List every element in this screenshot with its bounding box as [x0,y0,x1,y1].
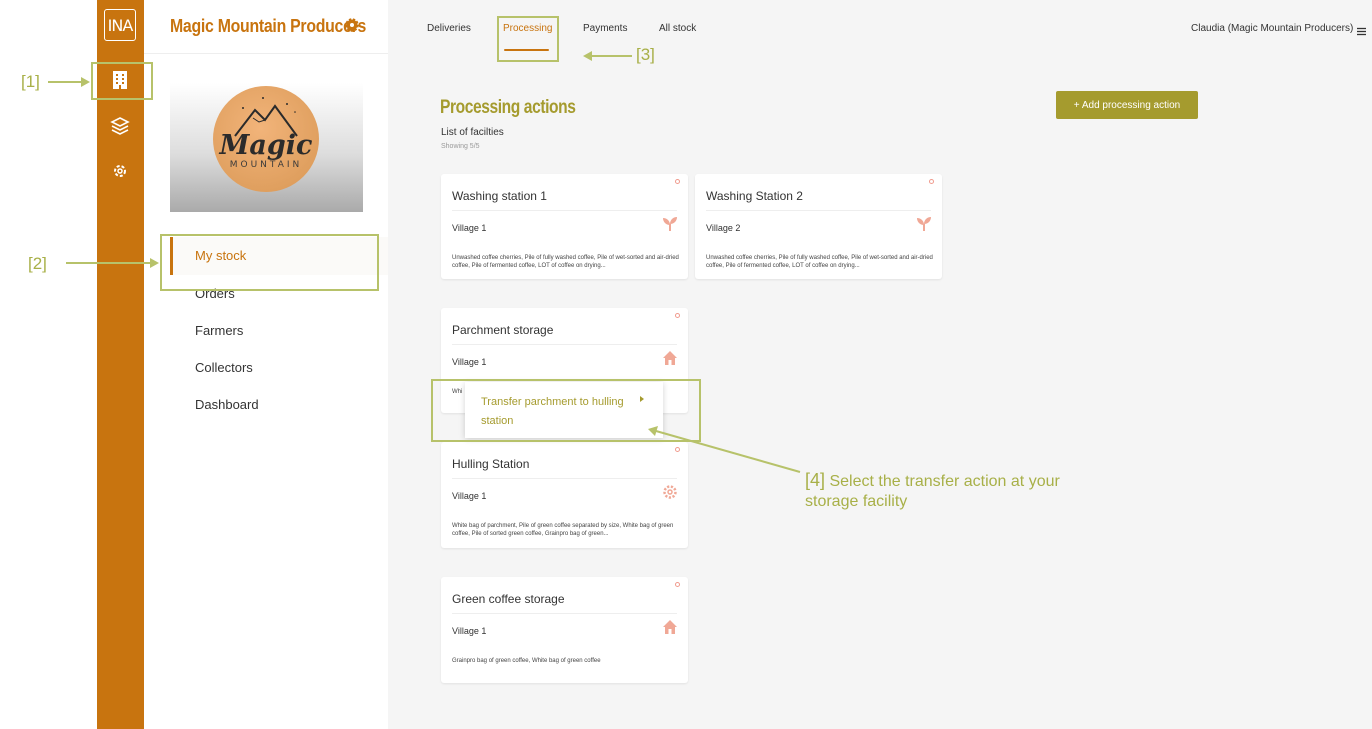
annotation-arrows [48,51,801,473]
